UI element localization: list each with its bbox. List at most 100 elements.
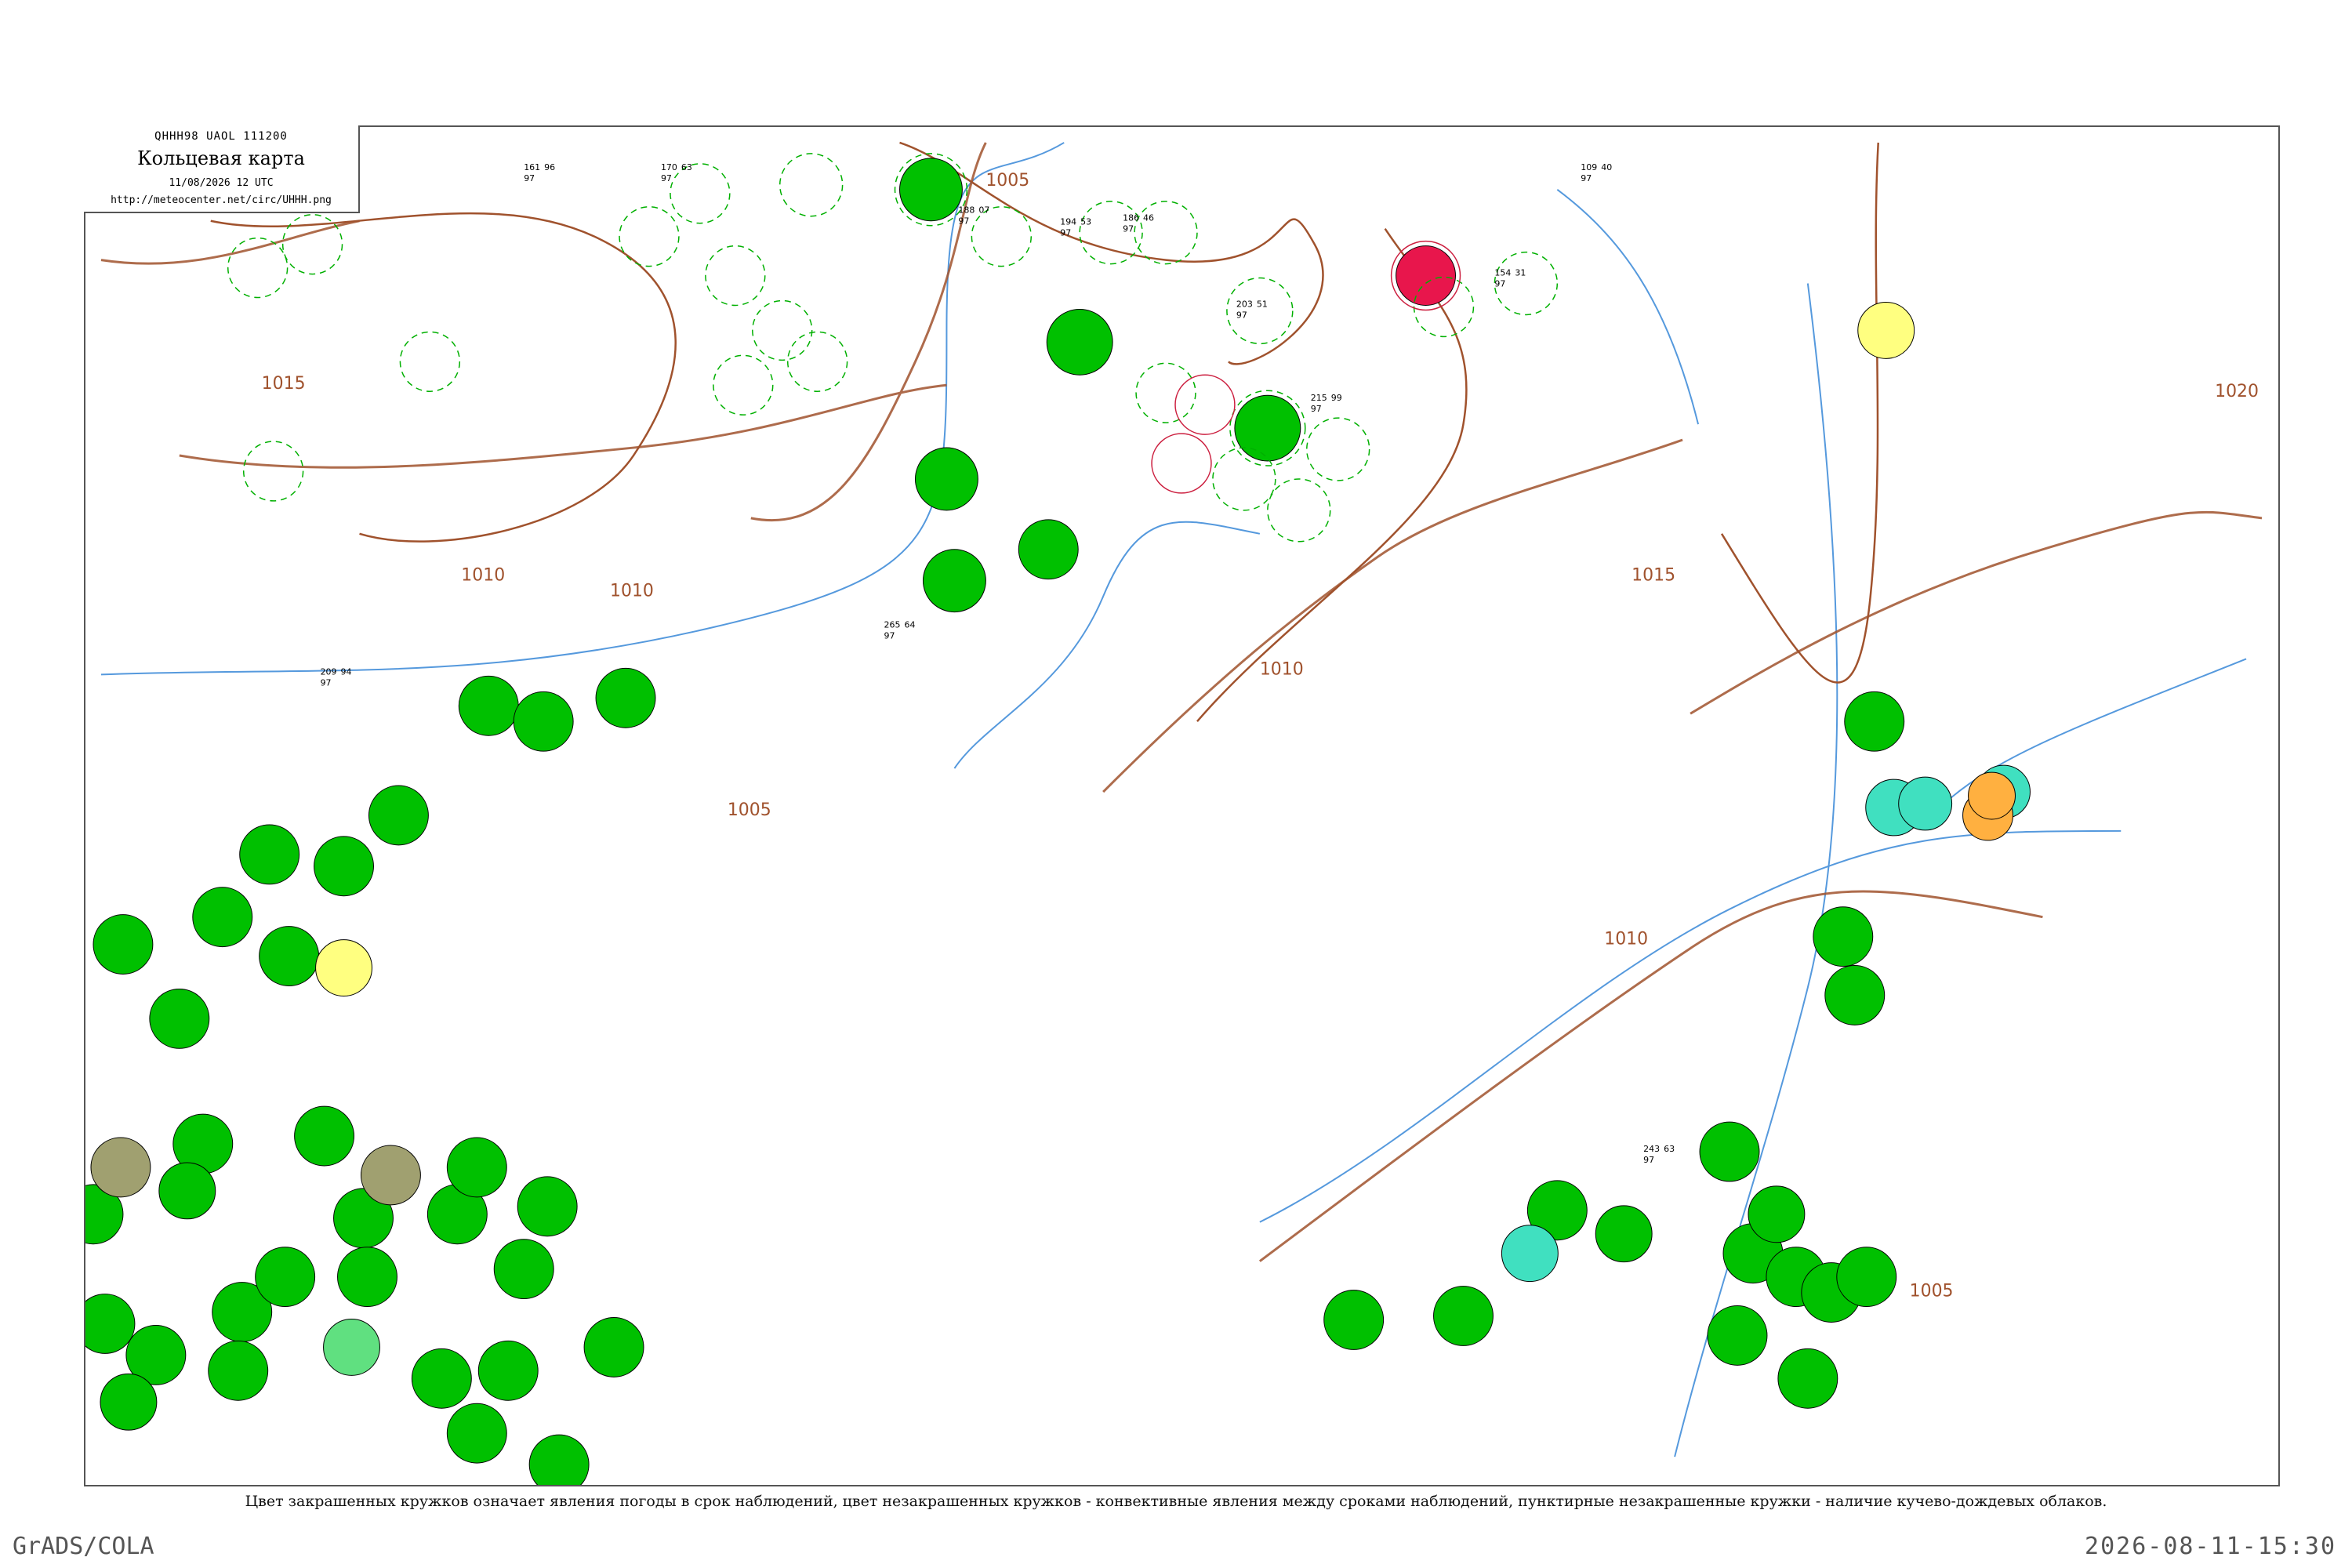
- station-temp: 97: [524, 173, 535, 183]
- rain-circle: [1323, 1290, 1385, 1350]
- station-pressure: 265: [884, 620, 901, 630]
- isobar-line: [1690, 510, 2263, 715]
- footer-credit: GrADS/COLA: [13, 1533, 154, 1560]
- station-plot: 209 97 94: [321, 666, 352, 688]
- rain-circle: [93, 914, 154, 975]
- cb-ring: [779, 153, 844, 217]
- rain-circle: [337, 1247, 397, 1308]
- station-plot: 186 97 46: [1123, 213, 1154, 234]
- haze-circle: [360, 1145, 421, 1206]
- station-dewpoint: 63: [681, 162, 692, 172]
- rain-circle: [294, 1105, 355, 1167]
- convective-ring: [1174, 374, 1236, 435]
- rain-circle: [1018, 519, 1079, 580]
- cb-ring: [713, 354, 774, 416]
- station-plot: 154 97 31: [1494, 268, 1526, 289]
- bulletin-code: QHHH98 UAOL 111200: [154, 130, 288, 143]
- station-temp: 97: [958, 216, 969, 227]
- rain-circle: [1234, 394, 1301, 462]
- rain-circle: [513, 691, 574, 752]
- shower-snow-circle: [323, 1318, 380, 1376]
- station-temp: 97: [321, 677, 332, 688]
- station-pressure: 109: [1581, 162, 1597, 172]
- rain-circle: [528, 1434, 590, 1485]
- station-dewpoint: 94: [341, 666, 352, 677]
- rain-circle: [922, 549, 986, 613]
- station-pressure: 188: [958, 205, 975, 216]
- rain-circle: [1777, 1348, 1838, 1409]
- station-temp: 97: [1494, 279, 1505, 289]
- cb-ring: [1135, 362, 1196, 423]
- border-line: [899, 141, 1324, 365]
- station-temp: 97: [1060, 228, 1071, 238]
- rain-circle: [477, 1340, 539, 1401]
- isobar-label: 1010: [461, 566, 505, 586]
- station-plots: 161 97 96 170 97 63 188 97 07 194 97 53 …: [321, 162, 1675, 1165]
- isobar-label: 1015: [262, 374, 306, 394]
- rain-circle: [1748, 1185, 1806, 1243]
- station-plot: 243 97 63: [1643, 1144, 1675, 1165]
- rain-circle: [314, 836, 374, 897]
- cb-ring: [1267, 478, 1331, 543]
- cb-ring: [670, 163, 731, 224]
- station-plot: 265 97 64: [884, 620, 916, 641]
- thunder-circle: [1396, 245, 1457, 306]
- border-line: [1720, 142, 1879, 684]
- cb-ring: [1306, 417, 1370, 481]
- station-dewpoint: 31: [1515, 268, 1526, 278]
- rain-circle: [446, 1137, 507, 1198]
- rain-circle: [493, 1239, 554, 1300]
- map-time: 11/08/2026 12 UTC: [169, 177, 274, 189]
- map-caption: Цвет закрашенных кружков означает явлени…: [245, 1493, 2107, 1510]
- station-plot: 203 97 51: [1236, 299, 1268, 320]
- river-line: [953, 521, 1261, 769]
- station-dewpoint: 07: [978, 205, 989, 216]
- station-dewpoint: 40: [1601, 162, 1612, 172]
- station-plot: 109 97 40: [1581, 162, 1612, 183]
- rain-circle: [1813, 906, 1874, 967]
- isobar-line: [1102, 438, 1683, 793]
- rain-circle: [192, 887, 253, 948]
- rain-circle: [100, 1373, 158, 1431]
- rain-circle: [411, 1348, 472, 1409]
- station-dewpoint: 64: [905, 620, 916, 630]
- rain-circle: [1824, 965, 1886, 1025]
- map-legend-box: QHHH98 UAOL 111200 Кольцевая карта 11/08…: [84, 125, 360, 213]
- isobar-label: 1015: [1632, 566, 1675, 586]
- map-frame: 1005 1005 1005 1010 1010 1010 1010 1015 …: [84, 125, 2280, 1486]
- station-temp: 97: [1236, 310, 1247, 320]
- rain-circle: [208, 1340, 269, 1401]
- station-pressure: 154: [1494, 268, 1511, 278]
- isobar-label: 1005: [985, 171, 1029, 191]
- rain-circle: [446, 1403, 507, 1464]
- station-pressure: 194: [1060, 217, 1076, 227]
- drizzle-circle: [1968, 771, 2016, 820]
- station-temp: 97: [1311, 404, 1322, 414]
- rain-circle: [1707, 1305, 1768, 1366]
- rain-circle: [914, 447, 978, 511]
- cb-ring: [971, 206, 1033, 267]
- rain-circle: [85, 1294, 136, 1354]
- rain-circle: [595, 667, 656, 728]
- synoptic-map: 1005 1005 1005 1010 1010 1010 1010 1015 …: [85, 141, 2263, 1485]
- station-temp: 97: [1643, 1155, 1654, 1165]
- station-plot: 188 97 07: [958, 205, 989, 227]
- station-dewpoint: 46: [1143, 213, 1154, 223]
- station-pressure: 161: [524, 162, 540, 172]
- haze-circle: [90, 1137, 151, 1198]
- rain-circle: [1836, 1247, 1897, 1308]
- cb-ring: [1134, 201, 1198, 265]
- isobar-line: [1258, 890, 2043, 1262]
- footer-timestamp: 2026-08-11-15:30: [2085, 1533, 2336, 1560]
- station-plot: 161 97 96: [524, 162, 555, 183]
- station-pressure: 170: [661, 162, 677, 172]
- station-dewpoint: 53: [1080, 217, 1091, 227]
- station-plot: 170 97 63: [661, 162, 692, 183]
- station-temp: 97: [884, 630, 895, 641]
- rain-circle: [255, 1247, 316, 1308]
- station-pressure: 186: [1123, 213, 1139, 223]
- rain-circle: [1844, 691, 1905, 752]
- rain-circle: [259, 926, 320, 986]
- rain-circle: [1433, 1286, 1494, 1346]
- station-pressure: 209: [321, 666, 337, 677]
